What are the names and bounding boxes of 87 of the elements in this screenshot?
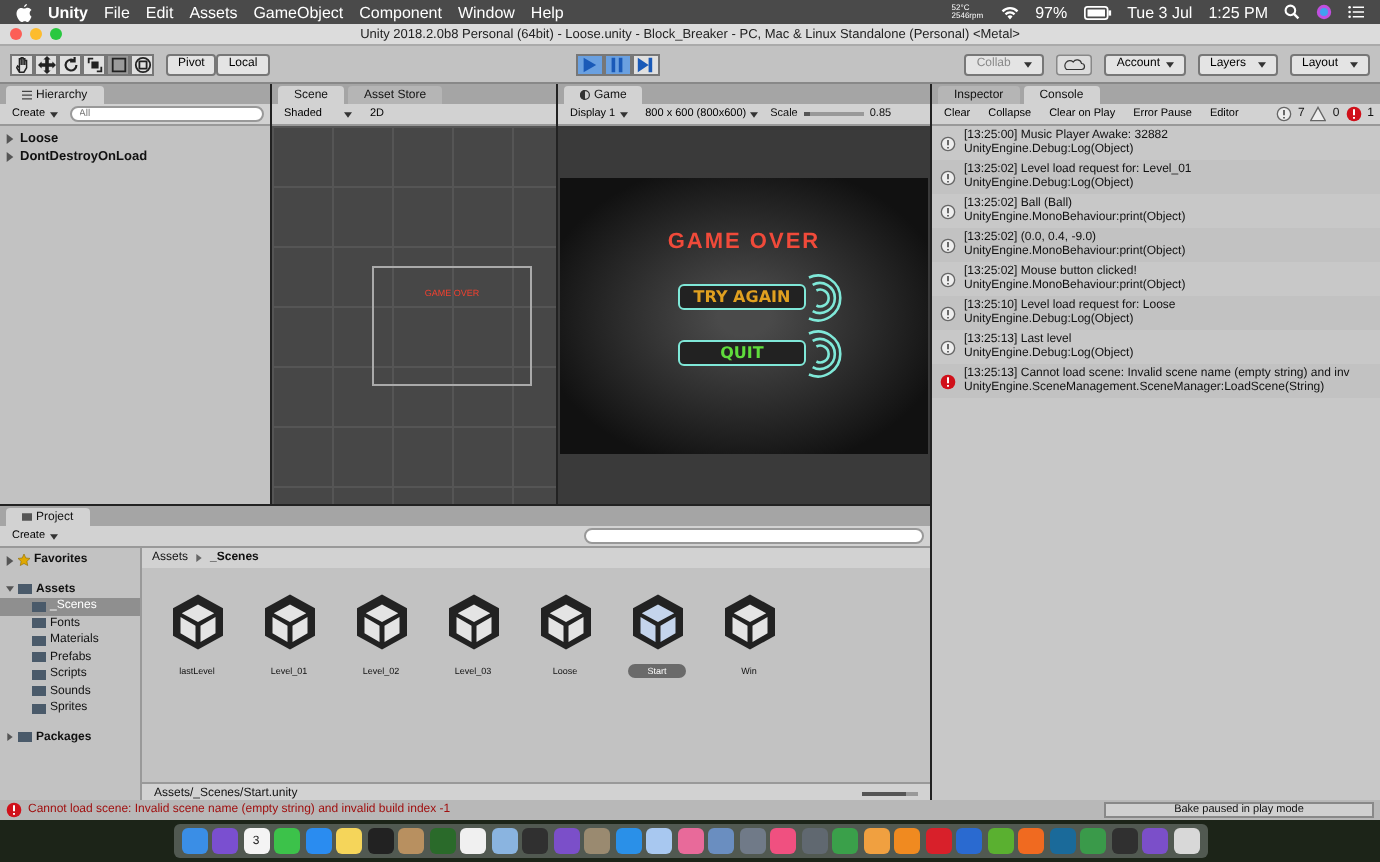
caret-icon: [1258, 61, 1266, 67]
unity-scene-icon[interactable]: [259, 592, 319, 652]
play-icon: [580, 55, 598, 73]
caret-icon: [750, 111, 759, 117]
unity-scene-icon[interactable]: [719, 592, 779, 652]
caret-icon: [49, 533, 58, 539]
app-icon[interactable]: [987, 828, 1013, 854]
caret-icon: [1350, 61, 1358, 67]
pause-icon: [608, 55, 626, 73]
half-circle-icon: [580, 90, 590, 100]
search-icon[interactable]: [1284, 4, 1300, 20]
expand-arrow-icon[interactable]: [6, 584, 14, 595]
transform-tool-button[interactable]: [130, 53, 154, 75]
app-icon[interactable]: [491, 828, 517, 854]
caret-icon: [344, 111, 352, 117]
move-tool-button[interactable]: [34, 53, 58, 75]
app-icon[interactable]: [336, 828, 362, 854]
scale-icon: [85, 55, 103, 73]
scale-tool-button[interactable]: [82, 53, 106, 75]
unity-scene-icon[interactable]: [167, 592, 227, 652]
app-icon[interactable]: [1173, 828, 1199, 854]
caret-icon: [619, 111, 628, 117]
error-icon: [6, 802, 22, 818]
date-text[interactable]: Tue 3 Jul: [1127, 3, 1193, 21]
transform-icon: [133, 55, 151, 73]
info-icon: [940, 305, 956, 321]
cloud-icon[interactable]: [1056, 53, 1093, 75]
rotate-tool-button[interactable]: [58, 53, 82, 75]
play-button[interactable]: [575, 53, 603, 75]
menu-item[interactable]: Component: [359, 3, 442, 21]
menu-item[interactable]: Window: [457, 3, 515, 21]
pause-button[interactable]: [603, 53, 631, 75]
expand-arrow-icon[interactable]: [6, 555, 14, 566]
info-icon: [940, 203, 956, 219]
menu-item[interactable]: Unity: [48, 3, 88, 21]
menu-button[interactable]: QUIT: [678, 340, 806, 366]
star-icon: [18, 554, 30, 567]
rect-tool-button[interactable]: [106, 53, 130, 75]
app-icon[interactable]: [646, 828, 672, 854]
rect-icon: [109, 55, 127, 73]
list-icon: [22, 90, 32, 100]
rotate-icon: [61, 55, 79, 73]
error-icon: [940, 373, 956, 389]
list-icon[interactable]: [1348, 4, 1364, 20]
caret-icon: [1166, 61, 1174, 67]
hand-icon: [13, 55, 31, 73]
step-icon: [636, 55, 654, 73]
caret-icon: [1024, 61, 1033, 67]
game-over-title: GAME OVER: [667, 229, 821, 253]
unity-scene-icon[interactable]: [535, 592, 595, 652]
menu-item[interactable]: Help: [530, 3, 564, 21]
error-icon: [1345, 106, 1362, 122]
menu-item[interactable]: File: [104, 3, 130, 21]
unity-scene-icon[interactable]: [627, 592, 687, 652]
menu-item[interactable]: Edit: [145, 3, 174, 21]
info-icon: [1275, 106, 1292, 122]
clock-text[interactable]: 1:25 PM: [1208, 3, 1268, 21]
app-icon[interactable]: [460, 828, 486, 854]
siri-icon[interactable]: [1316, 4, 1332, 20]
folder-icon: [22, 512, 32, 522]
unity-scene-icon[interactable]: [351, 592, 411, 652]
chevron-icon: [196, 554, 203, 562]
wifi-icon[interactable]: [999, 4, 1020, 20]
menu-button[interactable]: TRY AGAIN: [678, 284, 806, 310]
folder-icon: [18, 732, 32, 743]
info-icon: [940, 135, 956, 151]
search-field[interactable]: [584, 528, 924, 544]
info-icon: [940, 169, 956, 185]
unity-scene-icon[interactable]: [443, 592, 503, 652]
app-icon[interactable]: [863, 828, 889, 854]
hand-tool-button[interactable]: [10, 53, 34, 75]
move-icon: [37, 55, 55, 73]
menu-item[interactable]: Assets: [189, 3, 238, 21]
close-button[interactable]: [10, 28, 22, 40]
battery-icon[interactable]: [1083, 5, 1112, 19]
info-icon: [940, 271, 956, 287]
menu-item[interactable]: GameObject: [253, 3, 344, 21]
step-button[interactable]: [631, 53, 659, 75]
caret-icon: [49, 111, 58, 117]
app-icon[interactable]: [274, 828, 300, 854]
apple-logo-icon[interactable]: [16, 3, 32, 21]
folder-icon: [18, 584, 32, 595]
battery-percentage: 97%: [1035, 3, 1068, 21]
info-icon: [940, 237, 956, 253]
expand-arrow-icon[interactable]: [6, 732, 14, 743]
info-icon: [940, 339, 956, 355]
app-icon[interactable]: [894, 828, 920, 854]
